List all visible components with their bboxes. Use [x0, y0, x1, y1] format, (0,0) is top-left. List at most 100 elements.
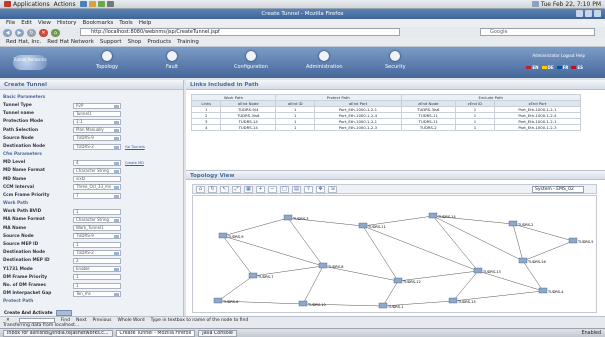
node-icon[interactable] — [428, 212, 438, 219]
node-icon[interactable] — [518, 257, 528, 264]
field-select[interactable]: TUDRS-9 — [73, 233, 121, 240]
refresh-icon[interactable]: ↻ — [208, 185, 217, 193]
field-link[interactable]: Create MD — [125, 161, 144, 165]
flag-de[interactable]: DE — [541, 65, 554, 70]
topology-link[interactable] — [362, 225, 479, 272]
topology-link[interactable] — [302, 265, 324, 305]
bookmark-shop[interactable]: Shop — [128, 39, 142, 45]
window-titlebar[interactable]: Create Tunnel - Mozilla Firefox — [0, 9, 605, 19]
system-select[interactable]: System - EMS_02 — [532, 186, 584, 193]
find-input[interactable] — [18, 317, 55, 323]
topology-link[interactable] — [217, 275, 254, 302]
node-icon[interactable] — [393, 277, 403, 284]
node-icon[interactable] — [538, 287, 548, 294]
field-input[interactable]: sixtz — [73, 176, 121, 183]
topology-node[interactable]: TUDRS-6 — [213, 297, 239, 304]
find-next-button[interactable]: Next — [76, 318, 86, 323]
node-icon[interactable] — [248, 272, 258, 279]
field-select[interactable]: TUDRS-2 — [73, 143, 121, 150]
home-view-icon[interactable]: ⌂ — [196, 185, 205, 193]
zoom-in-icon[interactable]: + — [256, 185, 265, 193]
topology-node[interactable]: TUDRS-1 — [378, 302, 404, 309]
minimize-icon[interactable] — [576, 10, 583, 17]
node-icon[interactable] — [358, 222, 368, 229]
field-select[interactable]: 1:1 — [73, 118, 121, 125]
whole-word-checkbox[interactable]: Whole Word — [118, 318, 145, 323]
find-previous-button[interactable]: Previous — [93, 318, 112, 323]
find-close-icon[interactable]: ✕ — [6, 318, 10, 323]
mail-launcher-icon[interactable] — [88, 1, 96, 7]
flag-en[interactable]: EN — [526, 65, 539, 70]
expand-icon[interactable]: ✥ — [316, 185, 325, 193]
close-icon[interactable] — [594, 10, 601, 17]
field-input[interactable]: Tunnel1 — [73, 110, 121, 117]
export-icon[interactable]: ⇪ — [304, 185, 313, 193]
topology-node[interactable]: TUDRS-14 — [428, 212, 457, 219]
task-java-console[interactable]: Java Console — [198, 329, 237, 337]
menu-history[interactable]: History — [57, 20, 77, 26]
actions-menu[interactable]: Actions — [54, 1, 76, 8]
field-input[interactable]: 1 — [73, 274, 121, 281]
url-field[interactable]: http://localhost:8080/webnms/jsp/CreateT… — [80, 28, 400, 36]
fit-icon[interactable]: □ — [280, 185, 289, 193]
home-icon[interactable]: ⌂ — [51, 28, 60, 37]
nav-topology[interactable]: Topology — [96, 51, 118, 70]
bookmark-products[interactable]: Products — [147, 39, 171, 45]
topology-canvas[interactable]: TUDRS-9 TUDRS-3 TUDRS-11 TUDRS-14 TUDRS-2 TUD… — [192, 195, 597, 313]
maximize-icon[interactable] — [585, 10, 592, 17]
menu-file[interactable]: File — [6, 20, 15, 26]
field-select[interactable]: TUDRS-9 — [73, 135, 121, 142]
node-icon[interactable] — [218, 232, 228, 239]
reload-icon[interactable]: ↻ — [27, 28, 36, 37]
topology-node[interactable]: TUDRS-8 — [318, 262, 344, 269]
field-select[interactable]: 4 — [73, 159, 121, 166]
field-input[interactable]: 1 — [73, 282, 121, 289]
find-label[interactable]: Find — [61, 318, 70, 323]
topology-link[interactable] — [522, 240, 574, 262]
nav-security[interactable]: Security — [385, 51, 406, 70]
field-input[interactable]: Work_Tunnel1 — [73, 225, 121, 232]
topology-node[interactable]: TUDRS-11 — [358, 222, 386, 229]
editor-launcher-icon[interactable] — [97, 1, 105, 7]
node-icon[interactable] — [473, 267, 483, 274]
select-icon[interactable]: ↖ — [220, 185, 229, 193]
field-input[interactable]: 1 — [73, 208, 121, 215]
topology-node[interactable]: TUDRS-5 — [568, 237, 594, 244]
find-field[interactable] — [16, 317, 55, 323]
field-select[interactable]: Enable — [73, 266, 121, 273]
menu-help[interactable]: Help — [139, 20, 152, 26]
field-select[interactable]: TUDRS-2 — [73, 249, 121, 256]
node-icon[interactable] — [378, 302, 388, 309]
field-select[interactable]: Plan Manually — [73, 127, 121, 134]
node-icon[interactable] — [448, 297, 458, 304]
zoom-out-icon[interactable]: − — [268, 185, 277, 193]
topology-node[interactable]: TUDRS-2 — [508, 220, 534, 227]
header-links-text[interactable]: Administrator Logout Help — [532, 53, 585, 58]
field-select[interactable]: Three_Ocl_33_ms — [73, 184, 121, 191]
terminal-launcher-icon[interactable] — [106, 1, 114, 7]
nav-fault[interactable]: Fault — [166, 51, 178, 70]
topology-node[interactable]: TUDRS-13 — [473, 267, 501, 274]
topology-node[interactable]: TUDRS-10 — [298, 300, 326, 307]
topology-link[interactable] — [222, 235, 254, 277]
menu-edit[interactable]: Edit — [21, 20, 32, 26]
topology-link[interactable] — [477, 270, 544, 292]
bookmark-red-hat[interactable]: Red Hat, Inc. — [6, 39, 41, 45]
topology-link[interactable] — [222, 235, 324, 267]
clock[interactable]: Tue Feb 22, 7:10 PM — [531, 1, 601, 8]
forward-icon[interactable]: ▶ — [15, 28, 24, 37]
search-field[interactable]: Google — [480, 28, 595, 36]
node-icon[interactable] — [283, 214, 293, 221]
topology-link[interactable] — [362, 225, 399, 282]
topology-node[interactable]: TUDRS-3 — [283, 214, 309, 221]
stop-icon[interactable]: ✕ — [39, 28, 48, 37]
flag-fr[interactable]: FR — [556, 65, 568, 70]
topology-node[interactable]: TUDRS-16 — [518, 257, 546, 264]
field-link[interactable]: Go Tunnels — [125, 145, 145, 149]
layout-icon[interactable]: ▦ — [244, 185, 253, 193]
field-input[interactable]: 2 — [73, 257, 121, 264]
bookmark-training[interactable]: Training — [177, 39, 199, 45]
topology-link[interactable] — [287, 217, 324, 267]
topology-link[interactable] — [522, 260, 544, 292]
node-icon[interactable] — [568, 237, 578, 244]
